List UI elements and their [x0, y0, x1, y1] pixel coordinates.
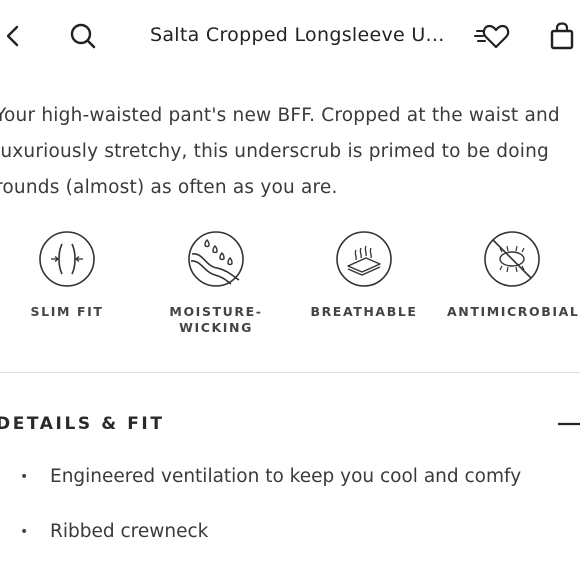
antimicrobial-icon: [484, 231, 540, 287]
feature-moisture-wicking: MOISTURE- WICKING: [151, 230, 281, 336]
top-navigation-bar: Salta Cropped Longsleeve U...: [0, 0, 580, 72]
section-divider: [0, 372, 580, 373]
description-line: Your high-waisted pant's new BFF. Croppe…: [0, 105, 560, 126]
breathable-icon: [336, 231, 392, 287]
list-item: • Engineered ventilation to keep you coo…: [0, 458, 580, 498]
feature-breathable: BREATHABLE: [299, 230, 429, 320]
bullet-icon: •: [20, 524, 29, 540]
search-icon: [70, 23, 96, 49]
shopping-bag-icon: [550, 22, 574, 50]
list-item-text: Engineered ventilation to keep you cool …: [50, 466, 522, 487]
heart-icon: [474, 24, 510, 49]
collapse-toggle[interactable]: [556, 412, 580, 436]
moisture-wicking-icon: [188, 231, 244, 287]
back-button[interactable]: [0, 18, 26, 54]
details-fit-heading[interactable]: DETAILS & FIT: [0, 414, 165, 434]
page-title: Salta Cropped Longsleeve U...: [150, 24, 445, 46]
feature-label: SLIM FIT: [30, 304, 104, 319]
bullet-icon: •: [20, 469, 29, 485]
feature-slim-fit: SLIM FIT: [2, 230, 132, 320]
wishlist-button[interactable]: [472, 18, 512, 54]
feature-label: ANTIMICROBIAL: [447, 304, 580, 319]
feature-antimicrobial: ANTIMICROBIAL: [447, 230, 580, 320]
feature-label: BREATHABLE: [310, 304, 418, 319]
list-item: • Ribbed crewneck: [0, 513, 580, 553]
chevron-left-icon: [6, 25, 19, 47]
minus-icon: [558, 422, 580, 426]
search-button[interactable]: [66, 18, 100, 54]
description-line: luxuriously stretchy, this underscrub is…: [0, 141, 549, 162]
product-description: Your high-waisted pant's new BFF. Croppe…: [0, 98, 580, 206]
feature-label: MOISTURE- WICKING: [169, 304, 263, 335]
description-line: rounds (almost) as often as you are.: [0, 177, 338, 198]
slim-fit-icon: [39, 231, 95, 287]
list-item-text: Ribbed crewneck: [50, 521, 209, 542]
cart-button[interactable]: [544, 18, 580, 54]
feature-list: SLIM FIT MOISTURE- WICKING BREATHABLE AN…: [0, 230, 580, 350]
